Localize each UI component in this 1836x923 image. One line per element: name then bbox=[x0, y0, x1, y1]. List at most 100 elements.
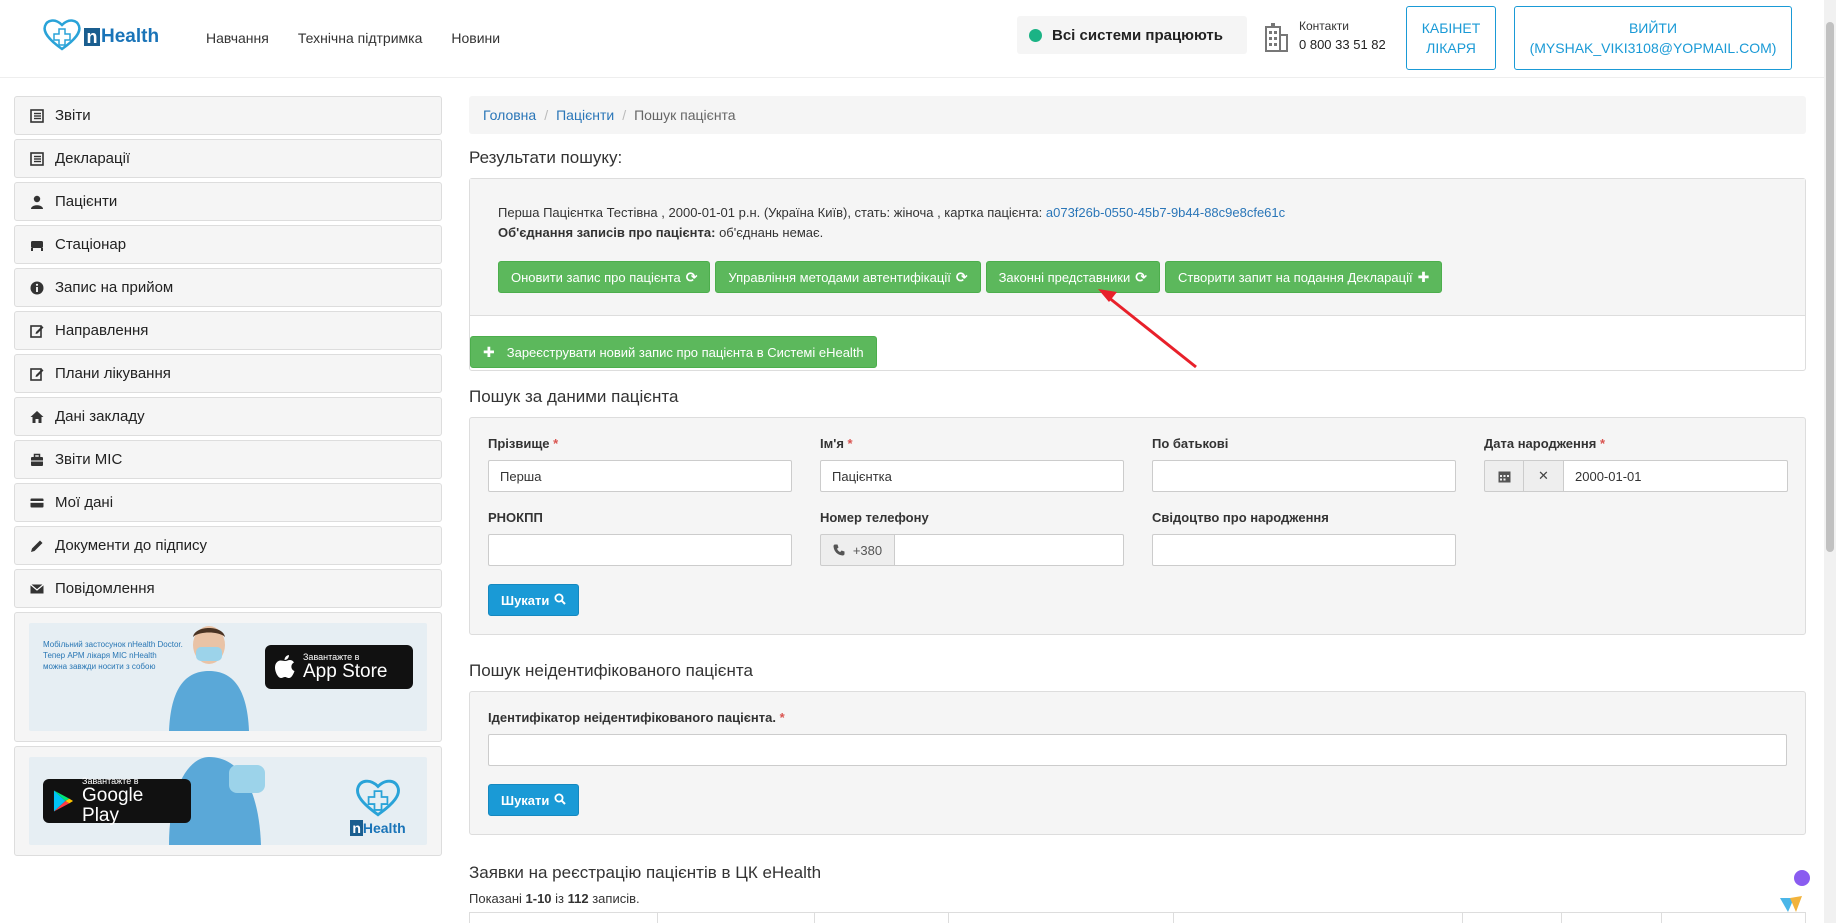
sidebar-item-referrals[interactable]: Направлення bbox=[14, 311, 442, 350]
register-row: ✚ Зареєструвати новий запис про пацієнта … bbox=[470, 316, 1805, 370]
info-icon bbox=[29, 280, 45, 296]
status-dot-icon bbox=[1029, 28, 1042, 42]
google-play-promo[interactable]: Завантажте в Google Play n Health bbox=[14, 746, 442, 856]
sidebar-item-appointment[interactable]: Запис на прийом bbox=[14, 268, 442, 307]
merge-label: Об'єднання записів про пацієнта: bbox=[498, 225, 716, 240]
nav-support[interactable]: Технічна підтримка bbox=[298, 30, 423, 46]
sidebar-item-patients[interactable]: Пацієнти bbox=[14, 182, 442, 221]
sidebar-item-mis-reports[interactable]: Звіти МІС bbox=[14, 440, 442, 479]
middle-name-input[interactable] bbox=[1152, 460, 1456, 492]
app-store-promo[interactable]: Мобільний застосунок nHealth Doctor. Теп… bbox=[14, 612, 442, 742]
card-icon bbox=[29, 495, 45, 511]
rnokpp-input[interactable] bbox=[488, 534, 792, 566]
patient-card-link[interactable]: a073f26b-0550-45b7-9b44-88c9e8cfe61c bbox=[1046, 205, 1285, 220]
contacts-label: Контакти bbox=[1299, 19, 1349, 33]
unidentified-id-input[interactable] bbox=[488, 734, 1787, 766]
refresh-icon: ⟳ bbox=[955, 268, 968, 285]
contacts[interactable]: Контакти 0 800 33 51 82 bbox=[1263, 17, 1386, 55]
nav-news[interactable]: Новини bbox=[451, 30, 500, 46]
sidebar-item-facility[interactable]: Дані закладу bbox=[14, 397, 442, 436]
sidebar-item-reports[interactable]: Звіти bbox=[14, 96, 442, 135]
first-name-input[interactable] bbox=[820, 460, 1124, 492]
auth-methods-button[interactable]: Управління методами автентифікації ⟳ bbox=[715, 261, 981, 293]
birth-cert-group: Свідоцтво про народження bbox=[1152, 510, 1456, 566]
results-box: Перша Пацієнтка Тестівна , 2000-01-01 р.… bbox=[469, 178, 1806, 371]
nav-training[interactable]: Навчання bbox=[206, 30, 269, 46]
gplay-big: Google Play bbox=[82, 785, 144, 826]
phone-label: Номер телефону bbox=[820, 510, 929, 525]
sidebar-item-documents[interactable]: Документи до підпису bbox=[14, 526, 442, 565]
patient-actions: Оновити запис про пацієнта ⟳ Управління м… bbox=[498, 261, 1777, 293]
app-store-badge[interactable]: Завантажте в App Store bbox=[265, 645, 413, 689]
user-icon bbox=[29, 194, 45, 210]
results-title: Результати пошуку: bbox=[469, 148, 623, 167]
col-data[interactable]: Дані bbox=[1562, 913, 1663, 923]
status-text: Всі системи працюють bbox=[1052, 26, 1223, 44]
phone-group: Номер телефону +380 bbox=[820, 510, 1124, 566]
sidebar-item-hospital[interactable]: Стаціонар bbox=[14, 225, 442, 264]
clear-date-icon[interactable]: ✕ bbox=[1524, 460, 1564, 492]
pencil-icon bbox=[29, 538, 45, 554]
cabinet-line2: ЛІКАРЯ bbox=[1426, 40, 1476, 56]
sidebar-item-label: Документи до підпису bbox=[55, 537, 208, 554]
col-first-name[interactable]: Ім'я bbox=[815, 913, 950, 923]
col-status[interactable]: Статус запиту bbox=[470, 913, 658, 923]
logout-button[interactable]: ВИЙТИ (MYSHAK_VIKI3108@YOPMAIL.COM) bbox=[1514, 6, 1792, 70]
birth-cert-label: Свідоцтво про народження bbox=[1152, 510, 1329, 525]
doctor-cabinet-button[interactable]: КАБІНЕТ ЛІКАРЯ bbox=[1406, 6, 1496, 70]
search-form: Прізвище * Ім'я * По батькові Дата народ… bbox=[469, 417, 1806, 635]
sidebar-item-label: Направлення bbox=[55, 322, 149, 339]
birth-cert-input[interactable] bbox=[1152, 534, 1456, 566]
button-label: Зареєструвати новий запис про пацієнта в… bbox=[506, 344, 864, 360]
patient-info: Перша Пацієнтка Тестівна , 2000-01-01 р.… bbox=[498, 203, 1777, 223]
edit-icon bbox=[29, 366, 45, 382]
phone-input[interactable] bbox=[895, 534, 1124, 566]
page-scrollbar[interactable] bbox=[1824, 0, 1836, 923]
legal-representatives-button[interactable]: Законні представники ⟳ bbox=[985, 261, 1160, 293]
search-button[interactable]: Шукати bbox=[488, 584, 580, 616]
sidebar-item-declarations[interactable]: Декларації bbox=[14, 139, 442, 178]
button-label: Законні представники bbox=[998, 269, 1131, 285]
floating-assistant-widget[interactable] bbox=[1774, 868, 1814, 918]
sidebar-item-treatment-plans[interactable]: Плани лікування bbox=[14, 354, 442, 393]
cabinet-line1: КАБІНЕТ bbox=[1421, 20, 1481, 36]
nhealth-logo[interactable]: n Health bbox=[42, 17, 159, 51]
requests-table-header: Статус запиту Прізвище Ім'я Дата народже… bbox=[469, 912, 1806, 923]
update-patient-button[interactable]: Оновити запис про пацієнта ⟳ bbox=[498, 261, 711, 293]
sidebar-item-label: Мої дані bbox=[55, 494, 114, 511]
button-label: Управління методами автентифікації bbox=[728, 269, 951, 285]
col-last-name[interactable]: Прізвище bbox=[658, 913, 816, 923]
apple-icon bbox=[275, 655, 295, 678]
last-name-input[interactable] bbox=[488, 460, 792, 492]
unidentified-id-label: Ідентифікатор неідентифікованого пацієнт… bbox=[488, 710, 785, 725]
breadcrumb-home[interactable]: Головна bbox=[483, 107, 536, 123]
patient-result: Перша Пацієнтка Тестівна , 2000-01-01 р.… bbox=[470, 179, 1805, 316]
register-patient-button[interactable]: ✚ Зареєструвати новий запис про пацієнта … bbox=[470, 336, 877, 368]
logout-line1: ВИЙТИ bbox=[1628, 20, 1678, 36]
system-status[interactable]: Всі системи працюють bbox=[1017, 16, 1247, 54]
col-birth-date[interactable]: Дата народження bbox=[949, 913, 1174, 923]
create-declaration-button[interactable]: Створити запит на подання Декларації ✚ bbox=[1164, 261, 1443, 293]
promo-banner: Мобільний застосунок nHealth Doctor. Теп… bbox=[29, 623, 427, 731]
birth-date-input[interactable] bbox=[1564, 460, 1788, 492]
home-icon bbox=[29, 409, 45, 425]
unidentified-id-group: Ідентифікатор неідентифікованого пацієнт… bbox=[488, 710, 1787, 766]
breadcrumb-patients[interactable]: Пацієнти bbox=[556, 107, 614, 123]
assistant-icon bbox=[1780, 870, 1810, 912]
calendar-icon[interactable] bbox=[1484, 460, 1524, 492]
scrollbar-thumb[interactable] bbox=[1826, 22, 1834, 552]
unidentified-search-button[interactable]: Шукати bbox=[488, 784, 580, 816]
col-created-date[interactable]: Дата створення запиту bbox=[1174, 913, 1463, 923]
sidebar-item-my-data[interactable]: Мої дані bbox=[14, 483, 442, 522]
phone-icon bbox=[833, 544, 845, 556]
search-title: Пошук за даними пацієнта bbox=[469, 387, 679, 406]
google-play-badge[interactable]: Завантажте в Google Play bbox=[43, 776, 191, 826]
heart-logo-icon bbox=[356, 779, 400, 817]
col-action[interactable]: Дія bbox=[1463, 913, 1563, 923]
sidebar-item-messages[interactable]: Повідомлення bbox=[14, 569, 442, 608]
sidebar-item-label: Плани лікування bbox=[55, 365, 171, 382]
refresh-icon: ⟳ bbox=[1135, 268, 1147, 285]
birth-date-group: Дата народження * ✕ bbox=[1484, 436, 1788, 492]
plus-icon: ✚ bbox=[1417, 268, 1430, 285]
sidebar-item-label: Дані закладу bbox=[55, 408, 145, 425]
